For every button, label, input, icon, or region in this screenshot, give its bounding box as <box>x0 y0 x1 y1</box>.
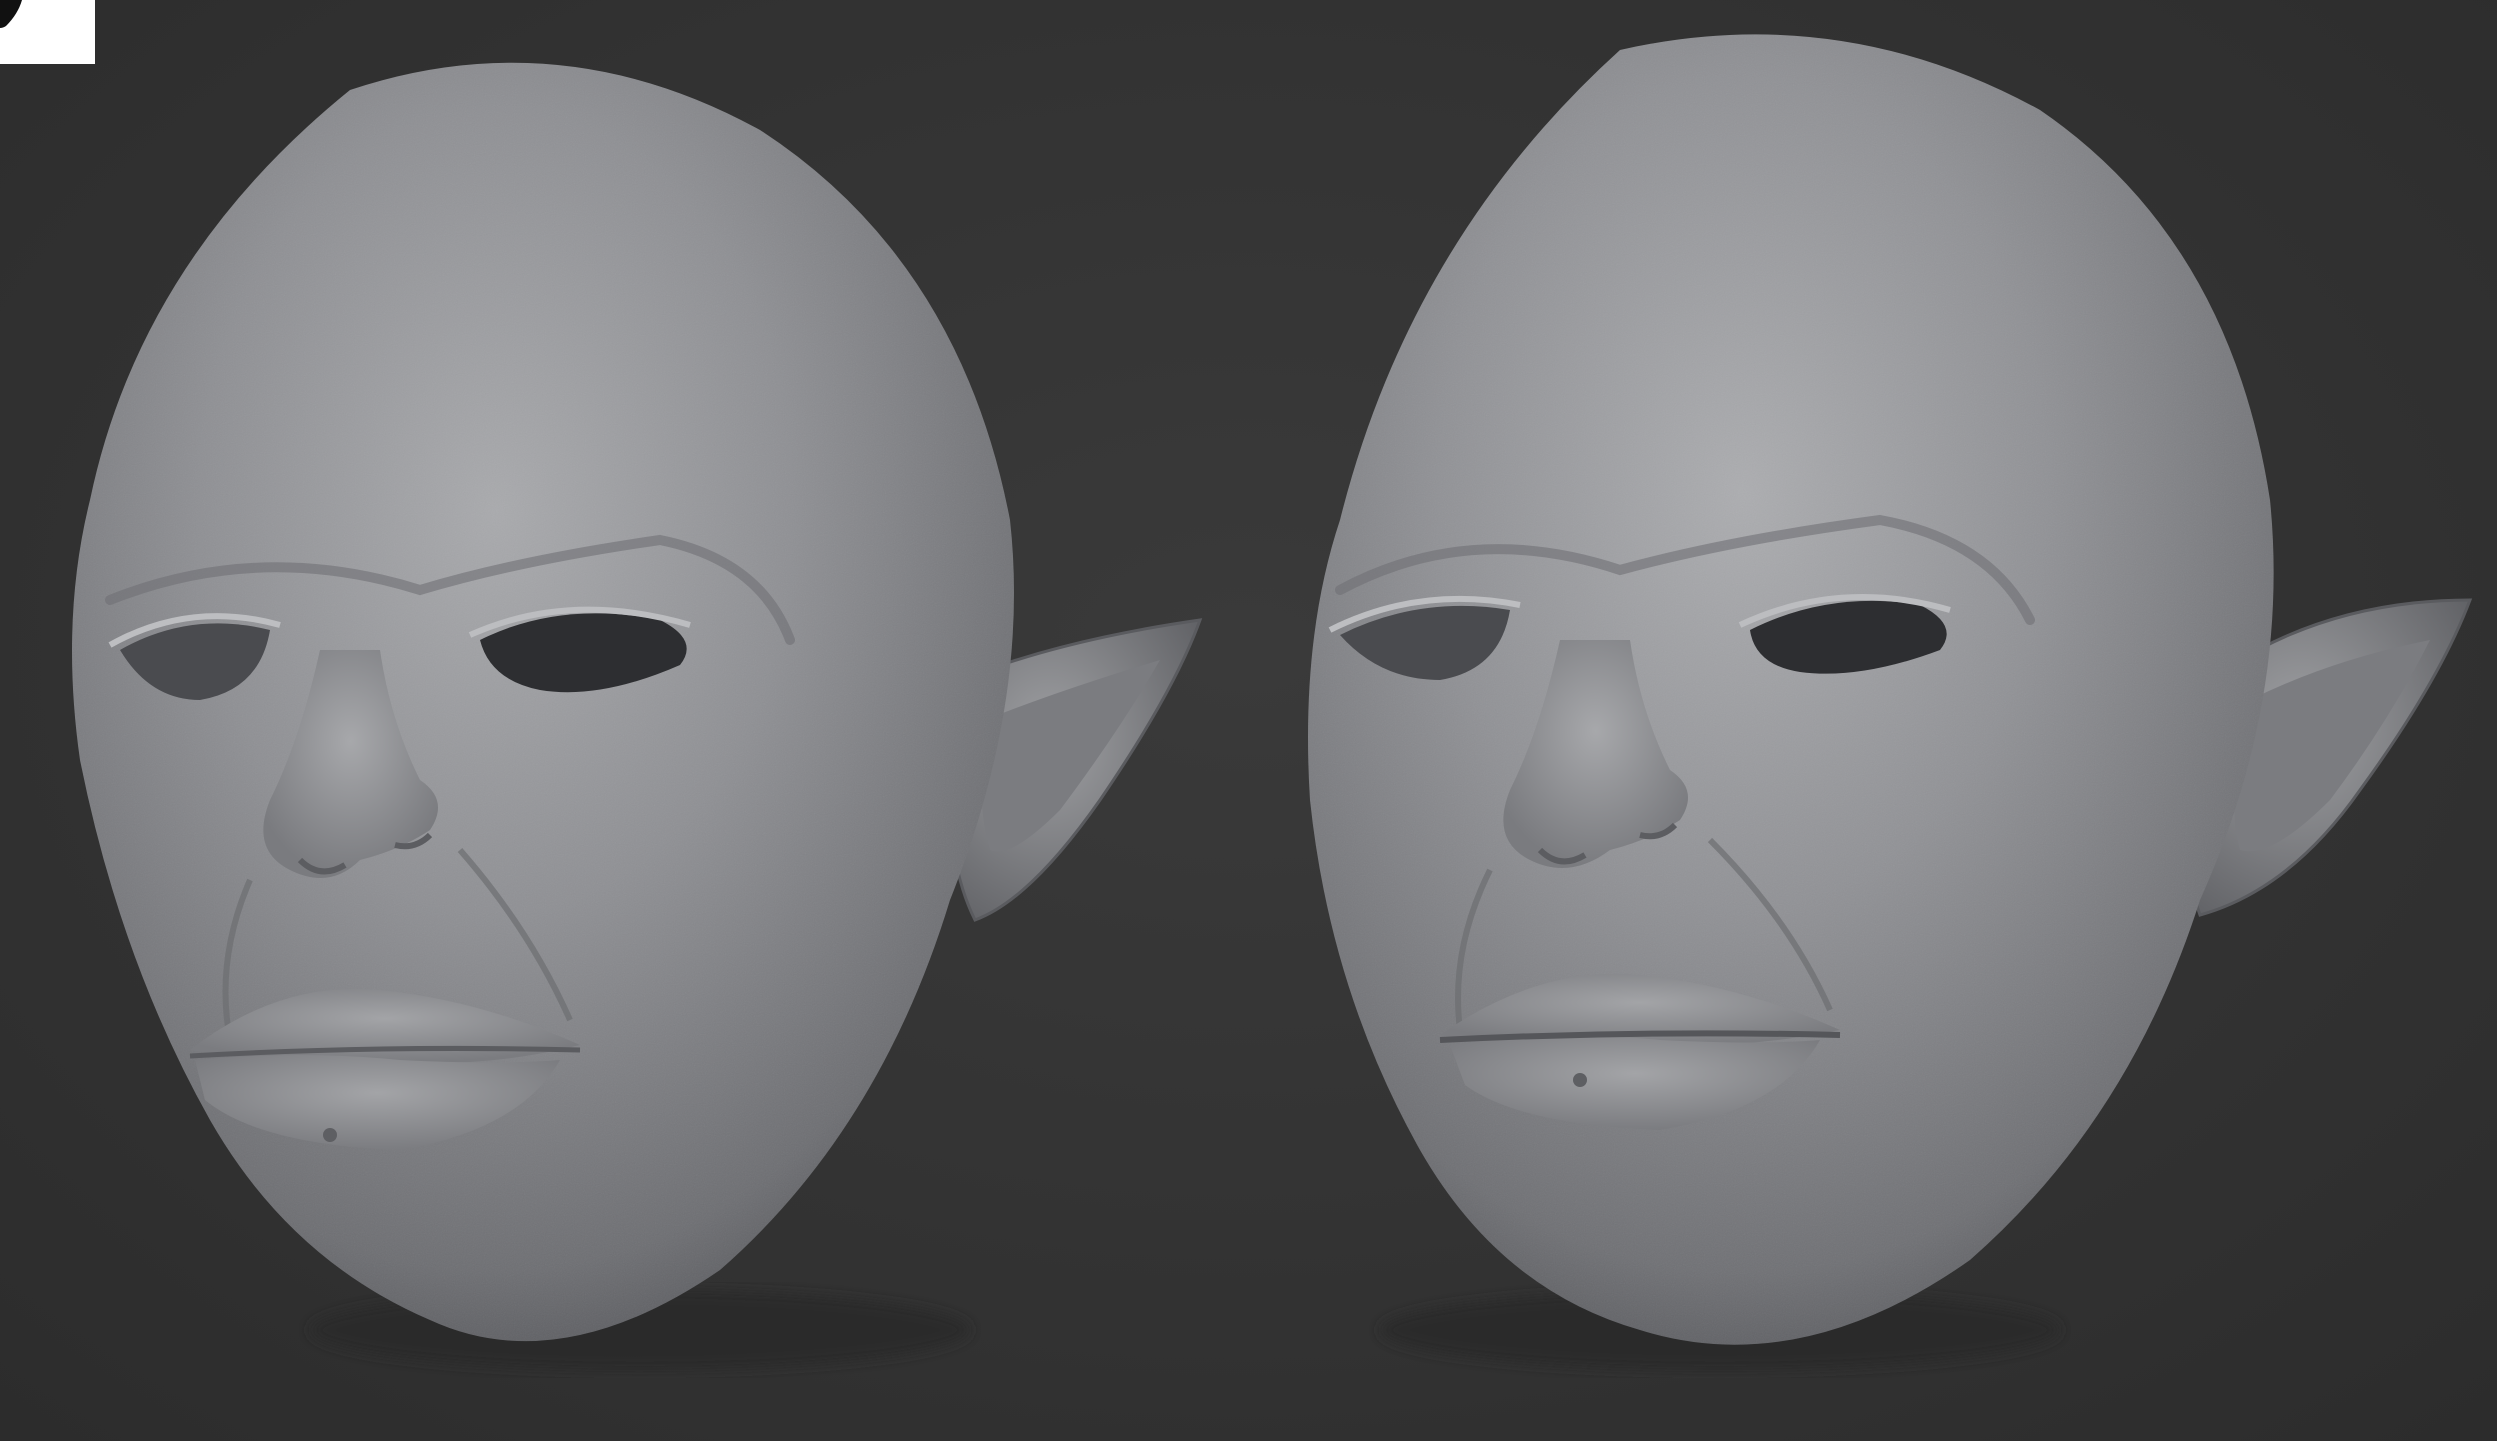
head-model-left[interactable] <box>72 62 1203 1370</box>
scene-canvas <box>72 34 2473 1370</box>
head-model-right[interactable] <box>1308 34 2473 1370</box>
chin-mark <box>1573 1073 1587 1087</box>
skin-texture <box>1308 34 2274 1345</box>
skin-texture <box>72 62 1014 1342</box>
chin-mark <box>323 1128 337 1142</box>
sculpt-viewport[interactable] <box>0 0 2497 1441</box>
